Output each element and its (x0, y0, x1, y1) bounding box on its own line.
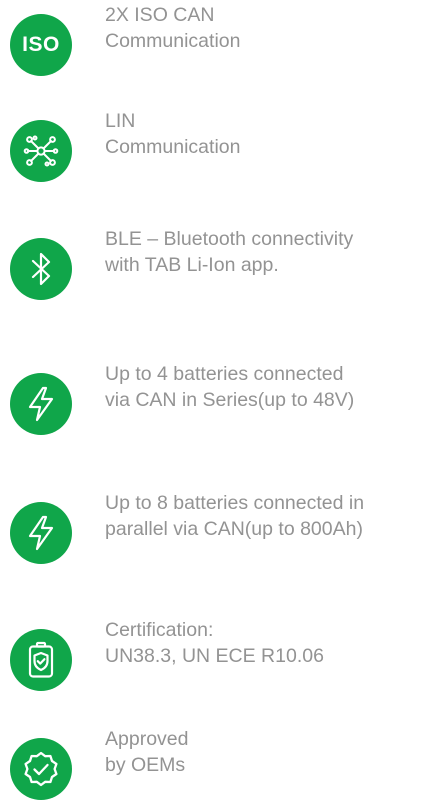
network-icon (10, 120, 72, 182)
feature-subtitle: with TAB Li-Ion app. (105, 254, 279, 276)
feature-title: Up to 8 batteries connected in (105, 492, 365, 514)
iso-icon: ISO (10, 14, 72, 76)
battery-shield-icon (10, 629, 72, 691)
feature-subtitle: via CAN in Series(up to 48V) (105, 389, 355, 411)
feature-title: LIN (105, 110, 136, 132)
lightning-icon (10, 502, 72, 564)
feature-subtitle: parallel via CAN(up to 800Ah) (105, 518, 363, 540)
feature-series-connection: Up to 4 batteries connected via CAN in S… (0, 363, 427, 443)
feature-text: Certification: UN38.3, UN ECE R10.06 (105, 617, 420, 669)
feature-text: LIN Communication (105, 108, 420, 160)
feature-text: Approved by OEMs (105, 726, 420, 778)
feature-title: Up to 4 batteries connected (105, 363, 344, 385)
feature-lin: LIN Communication (0, 110, 427, 190)
feature-list: ISO 2X ISO CAN Communication LIN Communi… (0, 0, 427, 800)
lightning-icon (10, 373, 72, 435)
feature-subtitle: by OEMs (105, 754, 186, 776)
feature-title: 2X ISO CAN (105, 4, 215, 26)
feature-text: Up to 8 batteries connected in parallel … (105, 490, 420, 542)
feature-text: Up to 4 batteries connected via CAN in S… (105, 361, 420, 413)
feature-text: BLE – Bluetooth connectivity with TAB Li… (105, 226, 420, 278)
feature-certification: Certification: UN38.3, UN ECE R10.06 (0, 619, 427, 699)
iso-icon-label: ISO (22, 33, 60, 56)
feature-ble: BLE – Bluetooth connectivity with TAB Li… (0, 228, 427, 308)
feature-title: Approved (105, 728, 189, 750)
feature-subtitle: Communication (105, 30, 241, 52)
feature-title: Certification: (105, 619, 214, 641)
feature-parallel-connection: Up to 8 batteries connected in parallel … (0, 492, 427, 572)
feature-title: BLE – Bluetooth connectivity (105, 228, 354, 250)
feature-subtitle: UN38.3, UN ECE R10.06 (105, 645, 324, 667)
feature-subtitle: Communication (105, 136, 241, 158)
feature-iso-can: ISO 2X ISO CAN Communication (0, 4, 427, 84)
feature-text: 2X ISO CAN Communication (105, 2, 420, 54)
bluetooth-icon (10, 238, 72, 300)
badge-check-icon (10, 738, 72, 800)
feature-oem-approved: Approved by OEMs (0, 728, 427, 808)
